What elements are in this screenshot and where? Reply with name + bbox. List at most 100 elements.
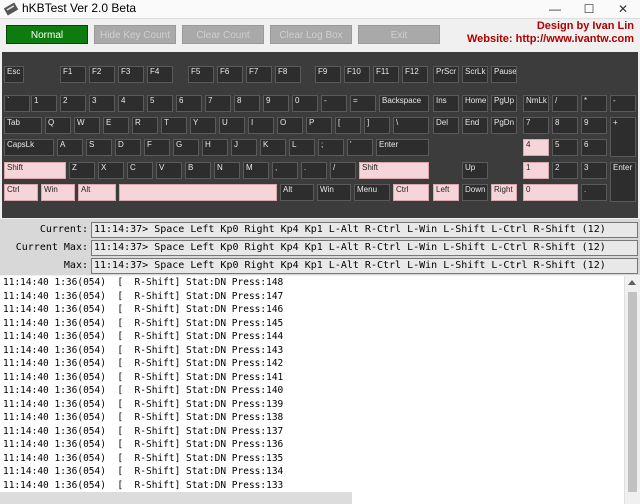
key-kp-multiply: * — [581, 95, 607, 112]
current-label: Current: — [39, 224, 88, 235]
key-f9: F9 — [315, 66, 341, 83]
log-line: 11:14:40 1:36(054) [ R-Shift] Stat:DN Pr… — [3, 398, 284, 410]
key-space — [119, 184, 277, 201]
toolbar: Normal Hide Key Count Clear Count Clear … — [0, 19, 640, 51]
website-credit[interactable]: Website: http://www.ivantw.com — [467, 33, 634, 45]
key-backspace: Backspace — [379, 95, 429, 112]
max-row: Max: 11:14:37> Space Left Kp0 Right Kp4 … — [0, 258, 640, 275]
exit-button[interactable]: Exit — [358, 25, 440, 44]
key-3: 3 — [89, 95, 115, 112]
keyboard-panel: Esc F1 F2 F3 F4 F5 F6 F7 F8 F9 F10 F11 F12 PrScr ScrLk… — [2, 52, 638, 218]
key-r: R — [132, 117, 158, 134]
key-a: A — [57, 139, 83, 156]
key-f11: F11 — [373, 66, 399, 83]
current-value: 11:14:37> Space Left Kp0 Right Kp4 Kp1 L… — [91, 222, 638, 238]
key-p: P — [306, 117, 332, 134]
author-credit: Design by Ivan Lin — [536, 20, 634, 32]
log-line: 11:14:40 1:36(054) [ R-Shift] Stat:DN Pr… — [3, 331, 284, 342]
key-ralt: Alt — [280, 184, 314, 201]
key-kp-divide: / — [552, 95, 578, 112]
key-equals: = — [350, 95, 376, 112]
key-rwin: Win — [317, 184, 351, 201]
key-f8: F8 — [275, 66, 301, 83]
key-f5: F5 — [188, 66, 214, 83]
key-7: 7 — [205, 95, 231, 112]
log-line: 11:14:40 1:36(054) [ R-Shift] Stat:DN Pr… — [3, 304, 284, 315]
key-8: 8 — [234, 95, 260, 112]
key-2: 2 — [60, 95, 86, 112]
key-lshift: Shift — [4, 162, 66, 179]
horizontal-scrollbar[interactable] — [0, 492, 352, 504]
key-5: 5 — [147, 95, 173, 112]
key-capslock: CapsLk — [4, 139, 54, 156]
key-s: S — [86, 139, 112, 156]
key-menu: Menu — [354, 184, 390, 201]
key-lbracket: [ — [335, 117, 361, 134]
close-icon[interactable]: ✕ — [606, 0, 640, 18]
key-period: . — [301, 162, 327, 179]
log-line: 11:14:40 1:36(054) [ R-Shift] Stat:DN Pr… — [3, 479, 284, 491]
key-m: M — [243, 162, 269, 179]
key-l: L — [289, 139, 315, 156]
key-t: T — [161, 117, 187, 134]
clear-log-box-button[interactable]: Clear Log Box — [270, 25, 352, 44]
clear-count-button[interactable]: Clear Count — [182, 25, 264, 44]
key-left: Left — [433, 184, 459, 201]
key-z: Z — [69, 162, 95, 179]
key-w: W — [74, 117, 100, 134]
max-label: Max: — [63, 260, 88, 271]
max-value: 11:14:37> Space Left Kp0 Right Kp4 Kp1 L… — [91, 258, 638, 274]
key-9: 9 — [263, 95, 289, 112]
key-home: Home — [462, 95, 488, 112]
key-kp4: 4 — [523, 139, 549, 156]
key-lalt: Alt — [78, 184, 116, 201]
key-e: E — [103, 117, 129, 134]
key-kp7: 7 — [523, 117, 549, 134]
keyboard-icon — [4, 2, 18, 16]
key-f7: F7 — [246, 66, 272, 83]
key-j: J — [231, 139, 257, 156]
log-scrollbar[interactable] — [624, 276, 640, 504]
key-rctrl: Ctrl — [393, 184, 429, 201]
scroll-up-icon[interactable] — [628, 280, 636, 285]
key-q: Q — [45, 117, 71, 134]
key-kp-decimal: . — [581, 184, 607, 201]
key-right: Right — [491, 184, 517, 201]
minimize-icon[interactable]: — — [538, 0, 572, 18]
key-down: Down — [462, 184, 488, 201]
maximize-icon[interactable]: ☐ — [572, 0, 606, 18]
key-f2: F2 — [89, 66, 115, 83]
key-u: U — [219, 117, 245, 134]
key-kp1: 1 — [523, 162, 549, 179]
current-max-value: 11:14:37> Space Left Kp0 Right Kp4 Kp1 L… — [91, 240, 638, 256]
window-title: hKBTest Ver 2.0 Beta — [22, 1, 137, 15]
key-rbracket: ] — [364, 117, 390, 134]
key-x: X — [98, 162, 124, 179]
key-f12: F12 — [402, 66, 428, 83]
hide-key-count-button[interactable]: Hide Key Count — [94, 25, 176, 44]
key-tab: Tab — [4, 117, 42, 134]
key-o: O — [277, 117, 303, 134]
key-end: End — [462, 117, 488, 134]
current-max-label: Current Max: — [15, 242, 88, 253]
normal-button[interactable]: Normal — [6, 25, 88, 44]
key-kp-plus: + — [610, 117, 636, 157]
key-pgup: PgUp — [491, 95, 517, 112]
log-box[interactable]: 11:14:40 1:36(054) [ R-Shift] Stat:DN Pr… — [0, 276, 624, 504]
key-kp8: 8 — [552, 117, 578, 134]
key-up: Up — [462, 162, 488, 179]
key-numlock: NmLk — [523, 95, 549, 112]
key-rshift: Shift — [359, 162, 429, 179]
key-kp-enter: Enter — [610, 162, 636, 202]
key-kp0: 0 — [523, 184, 578, 201]
key-quote: ' — [347, 139, 373, 156]
log-line: 11:14:40 1:36(054) [ R-Shift] Stat:DN Pr… — [3, 452, 284, 464]
key-c: C — [127, 162, 153, 179]
key-prscr: PrScr — [433, 66, 459, 83]
scroll-thumb[interactable] — [628, 292, 637, 492]
key-i: I — [248, 117, 274, 134]
log-line: 11:14:40 1:36(054) [ R-Shift] Stat:DN Pr… — [3, 358, 284, 369]
key-6: 6 — [176, 95, 202, 112]
key-n: N — [214, 162, 240, 179]
key-scrlk: ScrLk — [462, 66, 488, 83]
